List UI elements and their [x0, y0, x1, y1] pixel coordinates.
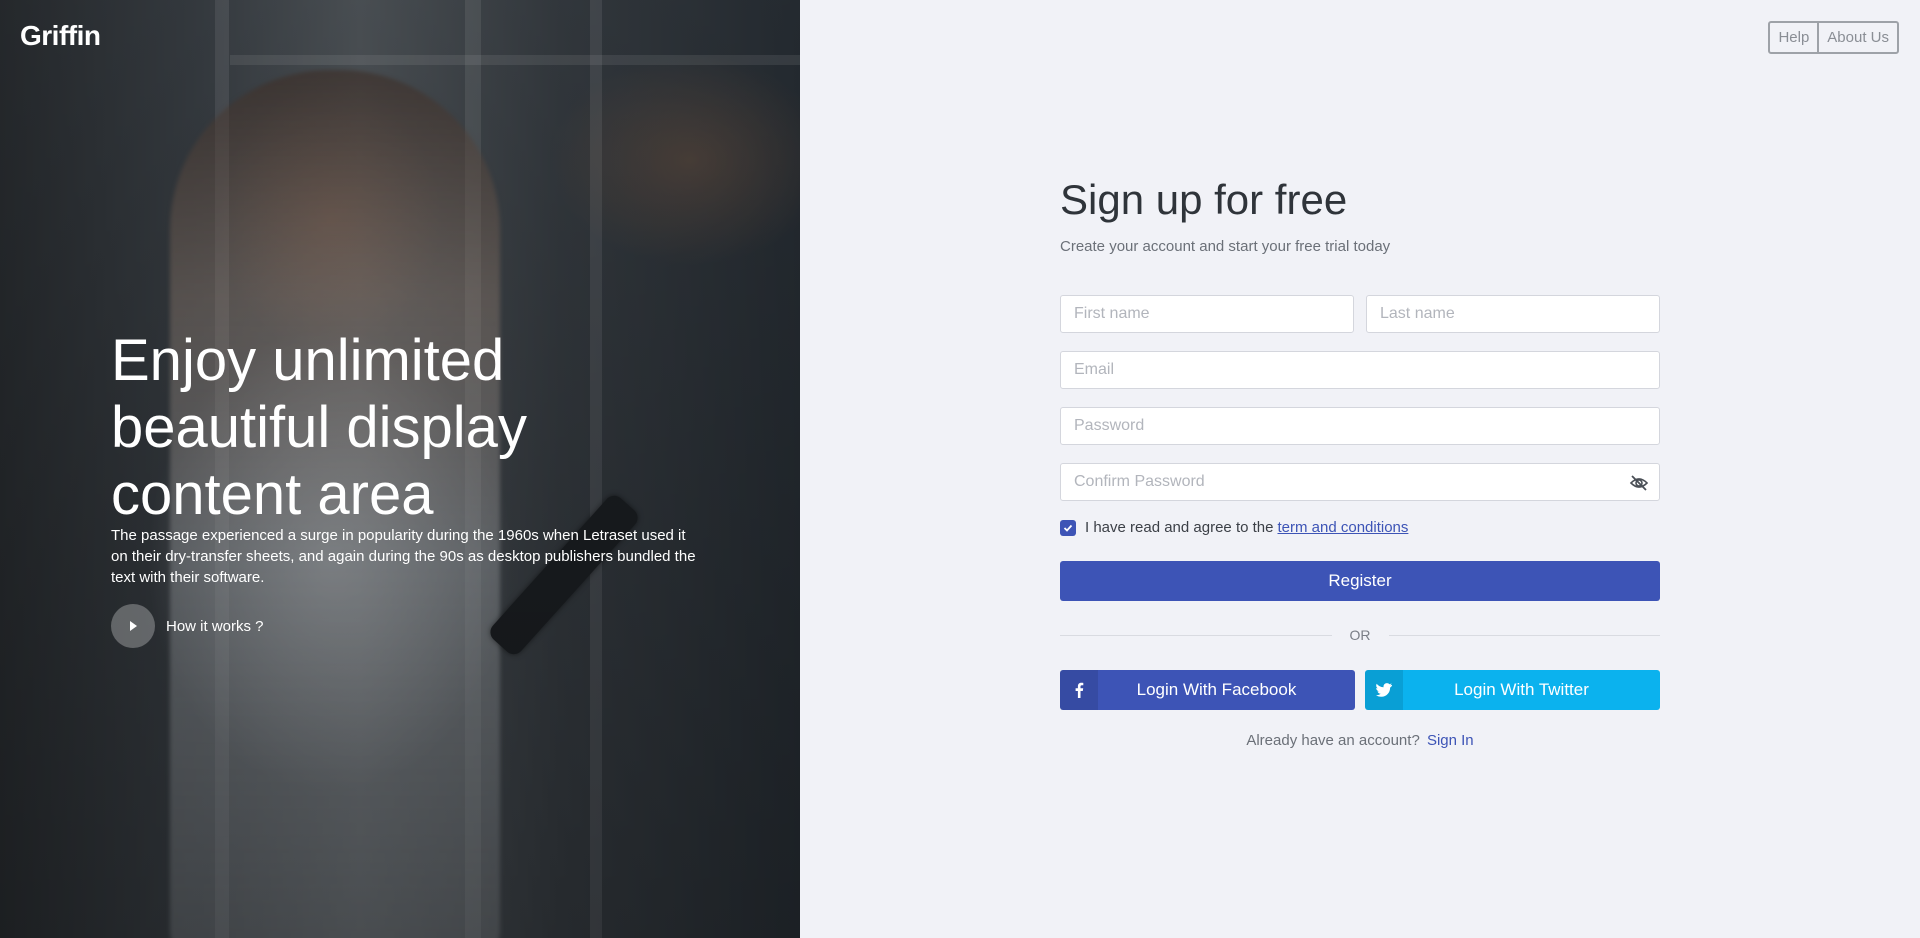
register-button[interactable]: Register — [1060, 561, 1660, 601]
hero-panel: Griffin Enjoy unlimited beautiful displa… — [0, 0, 800, 938]
confirm-password-field[interactable] — [1060, 463, 1660, 501]
how-it-works-label: How it works ? — [166, 617, 264, 635]
form-title: Sign up for free — [1060, 176, 1348, 223]
check-icon — [1063, 524, 1073, 532]
about-us-link[interactable]: About Us — [1817, 23, 1897, 52]
eye-slash-icon[interactable] — [1629, 473, 1649, 498]
brand-logo[interactable]: Griffin — [20, 20, 101, 52]
password-input[interactable] — [1061, 408, 1659, 444]
play-icon[interactable] — [111, 604, 155, 648]
last-name-input[interactable] — [1367, 296, 1659, 332]
divider-line — [1060, 634, 1332, 636]
help-link[interactable]: Help — [1770, 23, 1817, 52]
hero-title: Enjoy unlimited beautiful display conten… — [111, 327, 671, 528]
facebook-icon — [1060, 670, 1098, 710]
terms-text: I have read and agree to the — [1085, 519, 1274, 536]
how-it-works-button[interactable]: How it works ? — [111, 604, 264, 648]
hero-description: The passage experienced a surge in popul… — [111, 527, 696, 586]
form-subtitle: Create your account and start your free … — [1060, 238, 1391, 255]
terms-row: I have read and agree to the term and co… — [1060, 519, 1660, 536]
first-name-input[interactable] — [1061, 296, 1353, 332]
password-field[interactable] — [1060, 407, 1660, 445]
signin-row: Already have an account? Sign In — [1060, 732, 1660, 749]
or-label: OR — [1349, 627, 1371, 643]
facebook-label: Login With Facebook — [1136, 680, 1297, 699]
confirm-password-input[interactable] — [1061, 464, 1659, 500]
sign-in-link[interactable]: Sign In — [1427, 732, 1474, 749]
top-nav: Help About Us — [1768, 21, 1899, 54]
hero-title-line: beautiful display — [111, 394, 527, 460]
login-facebook-button[interactable]: Login With Facebook — [1060, 670, 1355, 710]
signup-form: Sign up for free Create your account and… — [1060, 176, 1660, 749]
hero-title-line: content area — [111, 461, 434, 527]
email-field[interactable] — [1060, 351, 1660, 389]
terms-checkbox[interactable] — [1060, 519, 1076, 536]
divider-line — [1388, 634, 1660, 636]
login-twitter-button[interactable]: Login With Twitter — [1365, 670, 1660, 710]
twitter-icon — [1365, 670, 1403, 710]
or-divider: OR — [1060, 627, 1660, 643]
have-account-text: Already have an account? — [1246, 732, 1420, 749]
twitter-label: Login With Twitter — [1454, 680, 1589, 699]
last-name-field[interactable] — [1366, 295, 1660, 333]
email-input[interactable] — [1061, 352, 1659, 388]
terms-link[interactable]: term and conditions — [1277, 519, 1408, 536]
social-login-row: Login With Facebook Login With Twitter — [1060, 670, 1660, 710]
hero-title-line: Enjoy unlimited — [111, 327, 505, 393]
first-name-field[interactable] — [1060, 295, 1354, 333]
